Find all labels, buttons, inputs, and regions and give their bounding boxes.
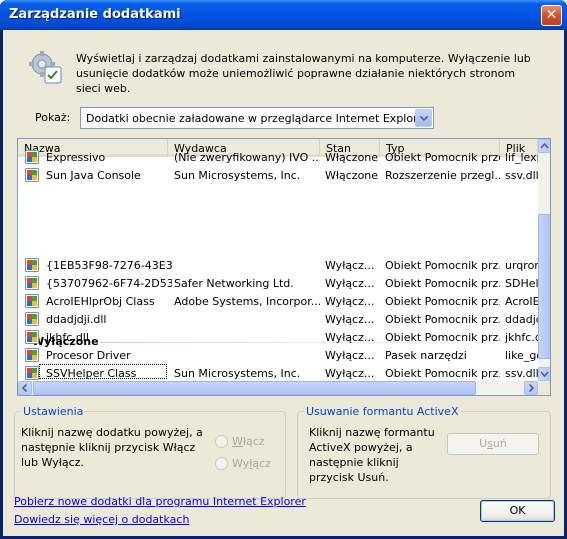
add-on-icon [25, 366, 39, 380]
cell-name: ddadjdji.dll [46, 313, 107, 326]
cell-name: jkhfc.dll [46, 331, 89, 344]
cell-type: Obiekt Pomocnik prz... [385, 367, 500, 380]
cell-publisher: Sun Microsystems, Inc. [174, 367, 301, 380]
add-on-icon [25, 348, 39, 362]
add-ons-gear-icon [29, 51, 62, 84]
settings-group: Ustawienia Kliknij nazwę dodatku powyżej… [14, 405, 286, 499]
intro-text: Wyświetlaj i zarządzaj dodatkami zainsta… [76, 52, 531, 95]
chevron-left-icon [21, 383, 28, 393]
cell-status: Włączone [325, 169, 379, 182]
vertical-scrollbar[interactable] [538, 139, 550, 381]
cell-file: AcroIEH [505, 295, 538, 308]
scroll-right-button[interactable] [524, 381, 538, 395]
scroll-up-button[interactable] [538, 139, 550, 153]
chevron-right-icon [528, 383, 535, 393]
vertical-scroll-thumb[interactable] [538, 214, 550, 359]
title-bar[interactable]: Zarządzanie dodatkami ✕ [0, 0, 567, 30]
cell-type: Obiekt Pomocnik prz... [385, 295, 500, 308]
cell-type: Obiekt Pomocnik prz... [385, 313, 500, 326]
chevron-down-icon [420, 116, 428, 121]
list-item[interactable]: Procesor Driver Wyłącz... Pasek narzędzi li… [18, 347, 538, 365]
enable-radio-label: Włącz [232, 435, 265, 448]
window-title: Zarządzanie dodatkami [9, 7, 181, 22]
list-item[interactable]: AcroIEHlprObj Class Adobe Systems, Incorp… [18, 293, 538, 311]
cell-type: Obiekt Pomocnik prz... [385, 277, 500, 290]
cell-status: Wyłącz... [325, 259, 375, 272]
scroll-left-button[interactable] [18, 381, 32, 395]
list-item[interactable]: Sun Java Console Sun Microsystems, Inc. Wł… [18, 167, 538, 185]
add-on-icon [25, 312, 39, 326]
cell-file: SDHelp [505, 277, 538, 290]
add-on-icon [25, 330, 39, 344]
focus-rectangle [39, 364, 167, 379]
scroll-corner [538, 381, 550, 395]
cell-status: Wyłącz... [325, 295, 375, 308]
cell-type: Rozszerzenie przegl... [385, 169, 500, 182]
show-label: Pokaż: [35, 111, 71, 124]
cell-type: Obiekt Pomocnik prz... [385, 259, 500, 272]
list-item[interactable]: Expressivo (Nie zweryfikowany) IVO ... Włą… [18, 149, 538, 167]
close-button[interactable]: ✕ [541, 5, 562, 26]
cell-publisher: Adobe Systems, Incorpor... [174, 295, 320, 308]
cell-status: Wyłącz... [325, 277, 375, 290]
cell-file: ddadjd [505, 313, 538, 326]
cell-file: ssv.dll [505, 367, 538, 380]
ok-button[interactable]: OK [480, 500, 555, 522]
list-item[interactable]: {53707962-6F74-2D53-...Safer Networking … [18, 275, 538, 293]
settings-instructions: Kliknij nazwę dodatku powyżej, a następn… [21, 426, 203, 469]
disable-radio[interactable] [215, 457, 228, 470]
cell-name: Sun Java Console [46, 169, 141, 182]
cell-type: Obiekt Pomocnik prz... [385, 331, 500, 344]
disable-radio-label: Wyłącz [232, 457, 271, 470]
settings-group-title: Ustawienia [21, 405, 86, 418]
chevron-down-icon [540, 371, 549, 378]
cell-publisher: (Nie zweryfikowany) IVO ... [174, 151, 320, 164]
cell-name: Expressivo [46, 151, 106, 164]
add-ons-list[interactable]: Nazwa Wydawca Stan Typ Plik Expressivo (N… [17, 138, 551, 396]
activex-group: Usuwanie formantu ActiveX Kliknij nazwę … [297, 405, 551, 499]
add-ons-dialog: Zarządzanie dodatkami ✕ Wyświetlaj i zar… [0, 0, 567, 539]
list-item[interactable]: {1EB53F98-7276-43E3-... Wyłącz... Obiekt P… [18, 257, 538, 275]
remove-button[interactable]: Usuń [447, 433, 539, 455]
add-on-icon [25, 150, 39, 164]
cell-file: lif_lexp... [505, 151, 538, 164]
dialog-body: Wyświetlaj i zarządzaj dodatkami zainsta… [3, 30, 564, 536]
cell-type: Pasek narzędzi [385, 349, 467, 362]
activex-instructions: Kliknij nazwę formantu ActiveX powyżej, … [309, 426, 435, 484]
horizontal-scroll-thumb[interactable] [33, 381, 476, 395]
chevron-up-icon [540, 142, 549, 149]
cell-status: Wyłącz... [325, 331, 375, 344]
show-dropdown-value: Dodatki obecnie załadowane w przeglądarc… [86, 112, 429, 125]
add-on-icon [25, 168, 39, 182]
list-item[interactable]: jkhfc.dll Wyłącz... Obiekt Pomocnik prz...… [18, 329, 538, 347]
activex-group-title: Usuwanie formantu ActiveX [304, 405, 461, 418]
enable-radio[interactable] [215, 435, 228, 448]
cell-file: jkhfc.d [505, 331, 538, 344]
learn-more-link[interactable]: Dowiedz się więcej o dodatkach [14, 513, 189, 526]
cell-name: AcroIEHlprObj Class [46, 295, 155, 308]
cell-status: Włączone [325, 151, 379, 164]
add-on-icon [25, 276, 39, 290]
show-dropdown[interactable]: Dodatki obecnie załadowane w przeglądarc… [80, 107, 434, 129]
list-item[interactable]: ddadjdji.dll Wyłącz... Obiekt Pomocnik prz… [18, 311, 538, 329]
cell-status: Wyłącz... [325, 313, 375, 326]
cell-name: {53707962-6F74-2D53-... [46, 277, 172, 290]
dropdown-arrow-button[interactable] [415, 109, 432, 127]
download-add-ons-link[interactable]: Pobierz nowe dodatki dla programu Intern… [14, 495, 306, 508]
cell-publisher: Safer Networking Ltd. [174, 277, 294, 290]
cell-name: {1EB53F98-7276-43E3-... [46, 259, 172, 272]
cell-status: Wyłącz... [325, 367, 375, 380]
add-on-icon [25, 294, 39, 308]
cell-type: Obiekt Pomocnik przegl... [385, 151, 500, 164]
cell-publisher: Sun Microsystems, Inc. [174, 169, 301, 182]
cell-status: Wyłącz... [325, 349, 375, 362]
scroll-down-button[interactable] [538, 367, 550, 381]
cell-file: ssv.dll [505, 169, 538, 182]
cell-file: urqrom [505, 259, 538, 272]
add-on-icon [25, 258, 39, 272]
cell-file: like_go [505, 349, 538, 362]
horizontal-scrollbar[interactable] [18, 381, 538, 395]
cell-name: Procesor Driver [46, 349, 131, 362]
